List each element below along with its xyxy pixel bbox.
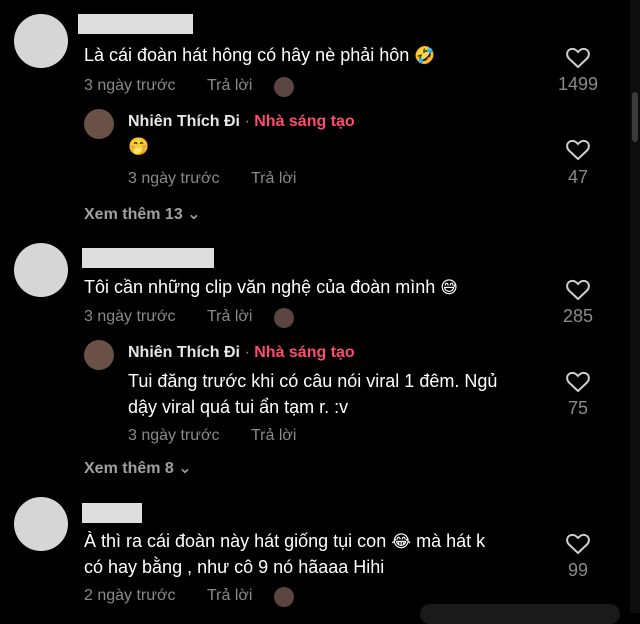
creator-badge: Nhà sáng tạo [254,113,355,130]
view-more-replies[interactable]: Xem thêm 8 ⌄ [84,458,192,478]
comment-timestamp: 3 ngày trước [84,77,176,94]
commenter-name-redacted[interactable] [82,248,214,268]
comment-text: Tôi cần những clip văn nghệ của đoàn mìn… [84,277,459,298]
reply-timestamp: 3 ngày trước [128,427,220,444]
creator-liked-avatar [274,587,294,607]
comment-text-line1: À thì ra cái đoàn này hát giống tụi con … [84,531,486,552]
commenter-avatar[interactable] [14,14,68,68]
heart-icon[interactable] [566,371,590,393]
like-count: 1499 [557,74,599,94]
comment-timestamp: 2 ngày trước [84,587,176,604]
scrollbar-thumb[interactable] [632,92,638,142]
reply-button[interactable]: Trả lời [207,308,252,326]
reply-timestamp: 3 ngày trước [128,170,220,187]
commenter-name-redacted[interactable] [82,503,142,523]
heart-icon[interactable] [566,533,590,555]
commenter-avatar[interactable] [14,497,68,551]
reply-text-line1: Tui đăng trước khi có câu nói viral 1 đê… [128,371,498,391]
commenter-avatar[interactable] [14,243,68,297]
creator-avatar[interactable] [84,340,114,370]
creator-name[interactable]: Nhiên Thích Đi [128,113,240,130]
reply-button[interactable]: Trả lời [251,170,296,188]
heart-icon[interactable] [566,47,590,69]
comment-text-line2: có hay bằng , như cô 9 nó hãaaa Hihi [84,557,385,577]
creator-liked-avatar [274,77,294,97]
heart-icon[interactable] [566,139,590,161]
like-count: 285 [562,306,594,326]
like-count: 75 [567,398,589,418]
heart-icon[interactable] [566,279,590,301]
creator-name[interactable]: Nhiên Thích Đi [128,344,240,361]
comment-text: Là cái đoàn hát hông có hây nè phải hôn … [84,45,436,66]
reply-header: Nhiên Thích Đi · Nhà sáng tạo [128,344,355,361]
reply-text-line2: dậy viral quá tui ẩn tạm r. :v [128,397,349,417]
comment-input-pill[interactable] [420,604,620,624]
like-count: 47 [567,167,589,187]
scrollbar[interactable] [630,0,640,613]
reply-emoji: 🤭 [128,137,150,157]
reply-button[interactable]: Trả lời [251,427,296,445]
reply-button[interactable]: Trả lời [207,587,252,605]
comment-timestamp: 3 ngày trước [84,308,176,325]
creator-liked-avatar [274,308,294,328]
creator-avatar[interactable] [84,109,114,139]
view-more-replies[interactable]: Xem thêm 13 ⌄ [84,204,201,224]
commenter-name-redacted[interactable] [78,14,193,34]
chevron-down-icon: ⌄ [187,206,201,223]
like-count: 99 [567,560,589,580]
reply-header: Nhiên Thích Đi · Nhà sáng tạo [128,113,355,130]
reply-button[interactable]: Trả lời [207,77,252,95]
chevron-down-icon: ⌄ [178,460,192,477]
creator-badge: Nhà sáng tạo [254,344,355,361]
